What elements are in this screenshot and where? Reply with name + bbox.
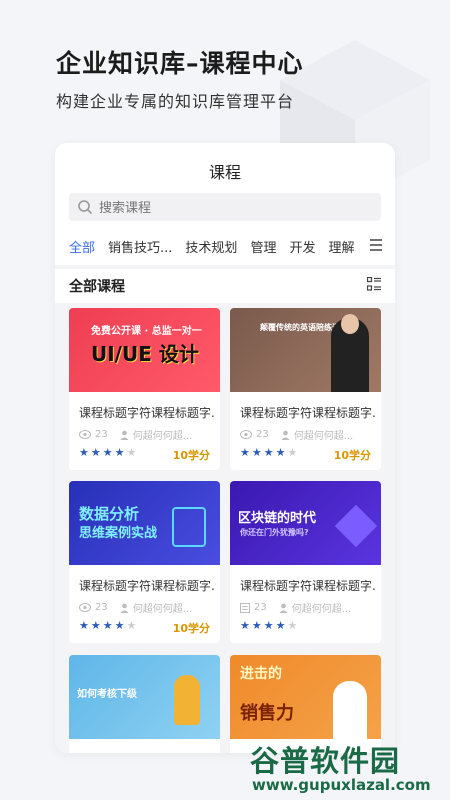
rating-stars: ★★★★★ — [79, 619, 139, 632]
screen-title: 课程 — [208, 163, 241, 182]
eye-icon — [79, 430, 91, 439]
banner-text-line1: 区块链的时代 — [238, 511, 317, 526]
course-card[interactable]: 免费公开课 · 总监一对一 UI/UE 设计 课程标题字符课程标题字... 23… — [69, 308, 220, 470]
tab-management[interactable]: 管理 — [250, 237, 276, 256]
search-input[interactable] — [99, 199, 359, 215]
tab-development[interactable]: 开发 — [289, 237, 315, 256]
rating-stars: ★★★★★ — [240, 446, 300, 459]
eye-icon — [240, 430, 252, 439]
search-icon — [78, 200, 92, 214]
page-subtitle: 构建企业专属的知识库管理平台 — [56, 92, 295, 111]
user-icon — [281, 430, 290, 440]
category-tabs: 全部 销售技巧... 技术规划 管理 开发 理解 — [69, 235, 369, 257]
course-meta: 23 何超何何超... — [79, 600, 192, 615]
course-points: 10学分 — [333, 449, 371, 462]
menu-icon[interactable] — [369, 238, 383, 252]
presenter-head — [341, 314, 359, 334]
course-meta: 23 何超何何超... — [79, 427, 192, 442]
list-view-icon[interactable] — [367, 277, 381, 291]
course-card[interactable]: 数据分析 思维案例实战 课程标题字符课程标题字... 23 何超何何超... ★… — [69, 481, 220, 643]
course-author: 何超何何超... — [279, 600, 352, 615]
course-thumbnail: 区块链的时代 你还在门外犹豫吗? — [230, 481, 381, 565]
banner-text-line1: 数据分析 — [79, 505, 140, 523]
view-count: 23 — [95, 602, 108, 613]
tab-sales-skills[interactable]: 销售技巧... — [108, 237, 172, 256]
course-title: 课程标题字符课程标题字... — [79, 406, 214, 420]
banner-text-line2: 思维案例实战 — [79, 526, 158, 541]
course-points: 10学分 — [172, 622, 210, 635]
course-thumbnail: 颠覆传统的英语陪练课 — [230, 308, 381, 392]
course-author: 何超何何超... — [120, 427, 193, 442]
watermark-title: 谷普软件园 — [250, 744, 401, 778]
rating-stars: ★★★★★ — [240, 619, 300, 632]
course-points: 10学分 — [172, 449, 210, 462]
user-icon — [120, 430, 129, 440]
banner-text-line2: 销售力 — [240, 703, 294, 724]
blockchain-graphic — [334, 504, 378, 548]
data-platform-graphic — [172, 507, 206, 547]
author-name: 何超何何超... — [132, 431, 193, 442]
banner-text-line1: 颠覆传统的英语陪练课 — [260, 323, 340, 332]
app-screen-mockup: 课程 全部 销售技巧... 技术规划 管理 开发 理解 全部课程 免费公开课 ·… — [55, 143, 395, 753]
course-author: 何超何何超... — [281, 427, 354, 442]
tab-all[interactable]: 全部 — [69, 237, 95, 256]
user-icon — [120, 603, 129, 613]
user-icon — [279, 603, 288, 613]
course-author: 何超何何超... — [120, 600, 193, 615]
course-meta: 23 何超何何超... — [240, 427, 353, 442]
banner-text-line1: 进击的 — [240, 666, 282, 682]
course-thumbnail: 数据分析 思维案例实战 — [69, 481, 220, 565]
course-card[interactable]: 如何考核下级 — [69, 655, 220, 753]
course-thumbnail: 免费公开课 · 总监一对一 UI/UE 设计 — [69, 308, 220, 392]
view-count: 23 — [256, 429, 269, 440]
divider — [55, 265, 395, 269]
watermark-url: www.gupuxlazal.com — [252, 776, 431, 794]
course-card[interactable]: 颠覆传统的英语陪练课 课程标题字符课程标题字... 23 何超何何超... ★★… — [230, 308, 381, 470]
banner-text-line1: 如何考核下级 — [77, 689, 137, 700]
character-figure — [174, 675, 200, 725]
course-title: 课程标题字符课程标题字... — [240, 406, 375, 420]
site-watermark: 谷普软件园 www.gupuxlazal.com — [250, 738, 450, 800]
view-count: 23 — [95, 429, 108, 440]
document-icon — [240, 602, 250, 613]
author-name: 何超何何超... — [132, 604, 193, 615]
course-thumbnail: 进击的 销售力 — [230, 655, 381, 739]
course-meta: 23 何超何何超... — [240, 600, 351, 615]
presenter-figure — [333, 681, 367, 739]
course-card[interactable]: 区块链的时代 你还在门外犹豫吗? 课程标题字符课程标题字... 23 何超何何超… — [230, 481, 381, 643]
author-name: 何超何何超... — [291, 604, 352, 615]
course-thumbnail: 如何考核下级 — [69, 655, 220, 739]
view-count: 23 — [254, 602, 267, 613]
course-title: 课程标题字符课程标题字... — [240, 579, 375, 593]
search-bar[interactable] — [69, 193, 381, 221]
banner-text-line1: 免费公开课 · 总监一对一 — [91, 326, 202, 337]
tab-understanding[interactable]: 理解 — [328, 237, 354, 256]
eye-icon — [79, 603, 91, 612]
banner-text-line2: 你还在门外犹豫吗? — [240, 528, 309, 537]
course-title: 课程标题字符课程标题字... — [79, 579, 214, 593]
section-title: 全部课程 — [69, 279, 125, 295]
rating-stars: ★★★★★ — [79, 446, 139, 459]
tab-tech-planning[interactable]: 技术规划 — [185, 237, 237, 256]
page-title: 企业知识库–课程中心 — [56, 49, 304, 78]
author-name: 何超何何超... — [293, 431, 354, 442]
banner-text-line2: UI/UE 设计 — [91, 342, 199, 366]
